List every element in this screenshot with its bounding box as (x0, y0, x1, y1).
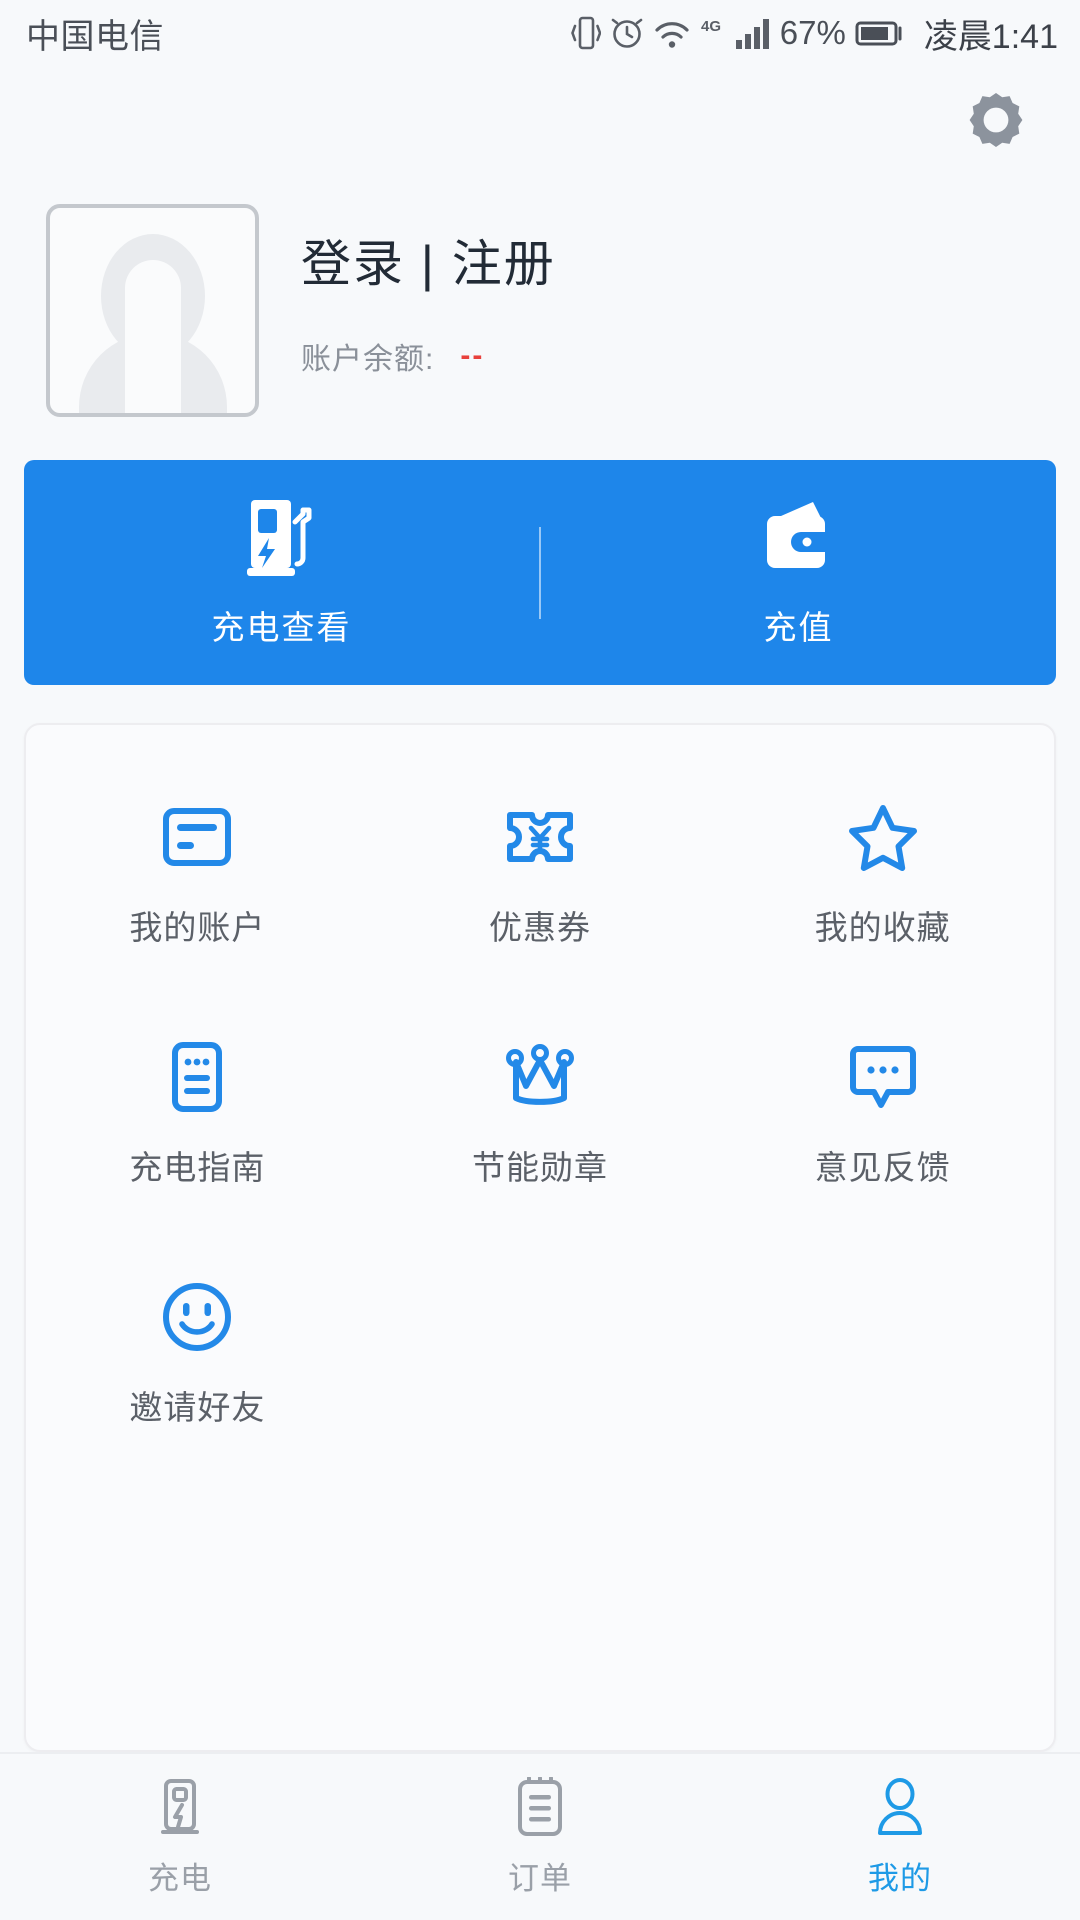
grid-item-label: 优惠券 (489, 909, 591, 946)
star-icon (846, 799, 920, 875)
svg-text:4G: 4G (701, 18, 721, 35)
balance-value: -- (460, 338, 485, 372)
header-bar (0, 66, 1080, 174)
person-nav-icon (872, 1777, 928, 1839)
order-list-nav-icon (512, 1776, 568, 1839)
guide-document-icon (166, 1039, 228, 1115)
recharge-button[interactable]: 充值 (541, 496, 1056, 649)
grid-item-label: 我的收藏 (814, 909, 951, 946)
bottom-navigation: 充电 订单 我的 (0, 1752, 1080, 1920)
nav-item-label: 充电 (148, 1860, 212, 1896)
account-balance-row: 账户余额: -- (301, 334, 556, 378)
profile-section: 登录 | 注册 账户余额: -- (0, 174, 1080, 424)
feature-grid-row: 充电指南 节能勋章 意见反馈 (26, 1039, 1054, 1279)
nav-item-label: 我的 (868, 1860, 932, 1896)
status-bar-icons: 4G 67% 凌晨1:41 (570, 9, 1058, 58)
vibrate-icon (570, 14, 601, 52)
alarm-icon (610, 14, 644, 52)
gear-icon (965, 87, 1027, 154)
network-4g-icon: 4G (700, 14, 726, 52)
action-label: 充值 (763, 609, 834, 646)
status-carrier-label: 中国电信 (26, 17, 164, 56)
grid-item-energy-badge[interactable]: 节能勋章 (369, 1039, 712, 1279)
grid-item-label: 我的账户 (129, 909, 266, 946)
smiley-face-icon (161, 1279, 233, 1355)
balance-label: 账户余额: (301, 342, 435, 376)
grid-item-my-account[interactable]: 我的账户 (26, 799, 369, 1039)
grid-item-coupon[interactable]: 优惠券 (369, 799, 712, 1039)
nav-item-label: 订单 (508, 1860, 572, 1896)
battery-percent-label: 67% (779, 14, 846, 51)
app-screen: 中国电信 4G 67% 凌晨1:41 登录 | 注册 账户余额: -- 充电查看… (0, 0, 1080, 1920)
feedback-bubble-icon (848, 1039, 918, 1115)
grid-item-charging-guide[interactable]: 充电指南 (26, 1039, 369, 1279)
grid-item-label: 节能勋章 (472, 1149, 608, 1186)
coupon-ticket-icon (504, 799, 576, 875)
charging-pile-nav-icon (153, 1777, 207, 1839)
grid-item-label: 充电指南 (129, 1149, 266, 1186)
grid-item-label: 邀请好友 (129, 1389, 266, 1426)
nav-item-charging[interactable]: 充电 (0, 1777, 360, 1898)
grid-item-favorites[interactable]: 我的收藏 (711, 799, 1054, 1039)
nav-item-orders[interactable]: 订单 (360, 1776, 720, 1898)
status-time-label: 凌晨1:41 (923, 17, 1058, 56)
action-label: 充电查看 (211, 609, 352, 646)
grid-item-feedback[interactable]: 意见反馈 (711, 1039, 1054, 1279)
card-icon (161, 799, 233, 875)
wallet-icon (761, 496, 837, 585)
feature-grid-row: 邀请好友 (26, 1279, 1054, 1519)
grid-item-invite-friends[interactable]: 邀请好友 (26, 1279, 369, 1519)
wifi-icon (653, 14, 691, 52)
signal-icon (735, 14, 771, 52)
charging-view-button[interactable]: 充电查看 (24, 496, 539, 649)
feature-grid-card: 我的账户 优惠券 我的收藏 充电指南 节能勋章 意见反馈 邀请好友 (24, 723, 1056, 1752)
avatar[interactable] (46, 203, 259, 417)
charging-pile-icon (245, 496, 319, 585)
profile-text-block: 登录 | 注册 账户余额: -- (259, 236, 556, 384)
grid-item-label: 意见反馈 (814, 1149, 951, 1186)
feature-grid-row: 我的账户 优惠券 我的收藏 (26, 799, 1054, 1039)
action-bar: 充电查看 充值 (24, 460, 1056, 685)
battery-icon (855, 14, 905, 52)
settings-button[interactable] (962, 86, 1030, 154)
crown-icon (502, 1039, 578, 1115)
login-register-link[interactable]: 登录 | 注册 (301, 236, 556, 292)
status-bar: 中国电信 4G 67% 凌晨1:41 (0, 0, 1080, 66)
nav-item-mine[interactable]: 我的 (720, 1777, 1080, 1898)
